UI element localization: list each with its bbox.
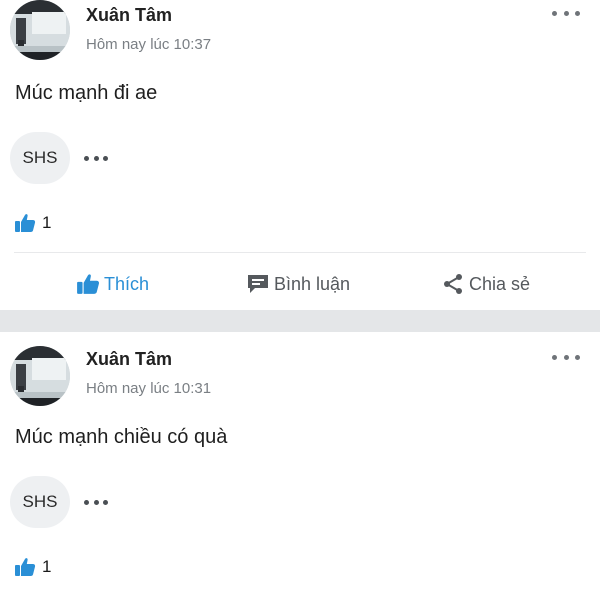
post-separator [0, 310, 600, 332]
attachment-chip[interactable]: SHS [10, 132, 70, 184]
like-count-row[interactable]: 1 [14, 557, 51, 577]
share-button[interactable]: Chia sẻ [441, 266, 530, 302]
divider [14, 252, 586, 253]
like-count-row[interactable]: 1 [14, 213, 51, 233]
post-text: Múc mạnh chiều có quà [15, 426, 228, 448]
more-options-icon[interactable] [552, 6, 580, 20]
comment-button[interactable]: Bình luận [246, 266, 350, 302]
avatar[interactable] [10, 0, 70, 60]
post-text: Múc mạnh đi ae [15, 82, 158, 104]
like-label: Thích [104, 273, 150, 294]
post-actions: Thích Bình luận Chia sẻ [0, 266, 600, 302]
share-icon [444, 274, 462, 294]
thumbs-up-icon [15, 558, 36, 576]
attachment-row: SHS [10, 132, 108, 184]
comment-icon [248, 275, 268, 293]
attachment-chip[interactable]: SHS [10, 476, 70, 528]
author-name[interactable]: Xuân Tâm [86, 5, 172, 26]
like-count: 1 [42, 557, 52, 576]
thumbs-up-icon [15, 214, 36, 232]
like-button[interactable]: Thích [76, 266, 149, 302]
post-card: Xuân Tâm Hôm nay lúc 10:37 Múc mạnh đi a… [0, 0, 600, 310]
post-timestamp: Hôm nay lúc 10:37 [86, 36, 212, 53]
attachment-row: SHS [10, 476, 108, 528]
attachment-more-icon[interactable] [84, 154, 108, 162]
more-options-icon[interactable] [552, 350, 580, 364]
author-name[interactable]: Xuân Tâm [86, 349, 172, 370]
post-timestamp: Hôm nay lúc 10:31 [86, 380, 212, 397]
avatar[interactable] [10, 346, 70, 406]
like-count: 1 [42, 213, 52, 232]
attachment-more-icon[interactable] [84, 498, 108, 506]
post-card: Xuân Tâm Hôm nay lúc 10:31 Múc mạnh chiề… [0, 332, 600, 600]
share-label: Chia sẻ [469, 273, 531, 294]
comment-label: Bình luận [274, 273, 351, 294]
thumbs-up-icon [77, 274, 100, 294]
